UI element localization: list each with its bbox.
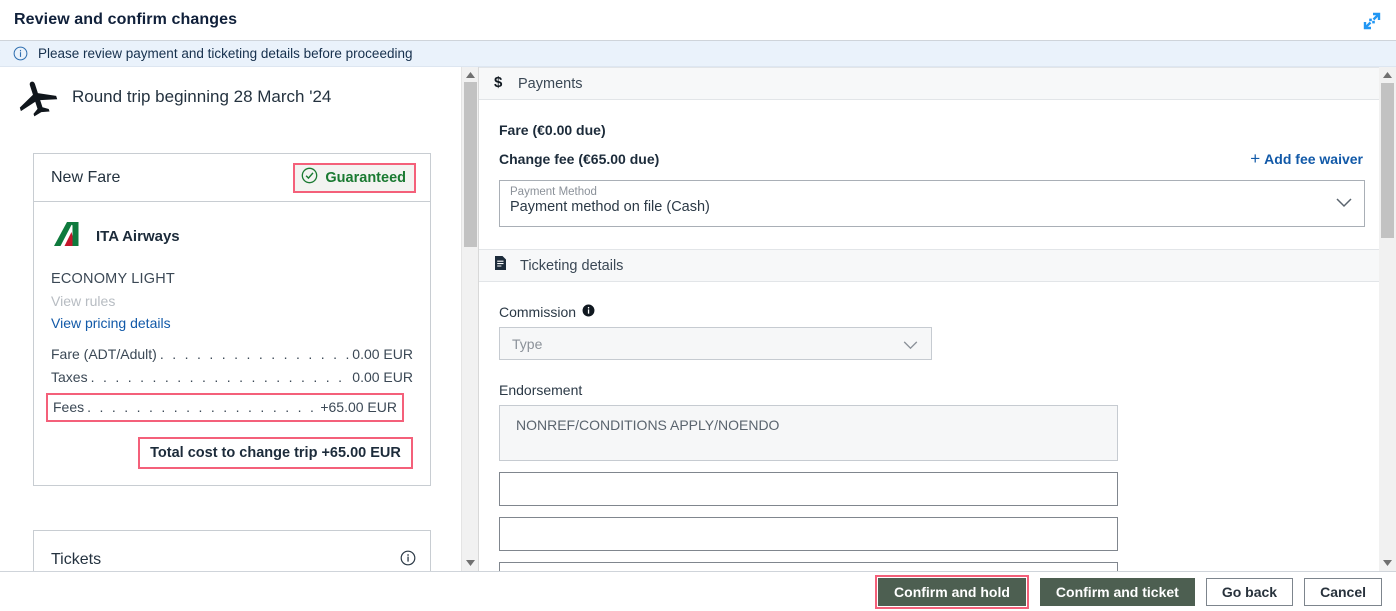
- ticketing-section-header: Ticketing details: [479, 249, 1379, 282]
- airplane-icon: [14, 75, 62, 119]
- price-line-fare: Fare (ADT/Adult) . . . . . . . . . . . .…: [51, 345, 413, 363]
- price-line-fees-highlight: Fees . . . . . . . . . . . . . . . . . .…: [46, 393, 404, 422]
- chevron-down-icon[interactable]: [1336, 195, 1352, 213]
- dialog-footer: Confirm and hold Confirm and ticket Go b…: [0, 571, 1396, 611]
- payments-heading: Payments: [518, 75, 583, 92]
- info-circle-icon[interactable]: [400, 550, 416, 571]
- price-line-value: 0.00 EUR: [352, 346, 413, 362]
- dollar-sign-icon: $: [494, 73, 505, 95]
- airline-row: ITA Airways: [51, 219, 413, 254]
- payment-method-label: Payment Method: [510, 186, 597, 198]
- view-pricing-details-link[interactable]: View pricing details: [51, 315, 413, 331]
- right-details-pane: $ Payments Fare (€0.00 due) Change fee (…: [479, 67, 1379, 571]
- confirm-and-hold-button[interactable]: Confirm and hold: [878, 577, 1026, 606]
- add-fee-waiver-link[interactable]: + Add fee waiver: [1250, 150, 1363, 167]
- dialog-titlebar: Review and confirm changes: [0, 0, 1396, 41]
- fare-card-heading: New Fare: [51, 168, 121, 186]
- payments-section-header: $ Payments: [479, 67, 1379, 100]
- collapse-diagonal-icon[interactable]: [1358, 8, 1386, 34]
- commission-type-placeholder: Type: [512, 335, 543, 352]
- payments-section-body: Fare (€0.00 due) Change fee (€65.00 due)…: [479, 100, 1379, 227]
- price-line-fees: Fees . . . . . . . . . . . . . . . . . .…: [53, 398, 397, 416]
- page-title: Review and confirm changes: [14, 11, 238, 28]
- confirm-and-hold-highlight: Confirm and hold: [875, 574, 1029, 609]
- scroll-down-arrow-icon[interactable]: [462, 554, 479, 571]
- chevron-down-icon[interactable]: [903, 337, 918, 355]
- total-cost-highlight: Total cost to change trip +65.00 EUR: [138, 437, 413, 469]
- price-line-leader: . . . . . . . . . . . . . . . . . . . . …: [87, 399, 317, 415]
- scroll-up-arrow-icon[interactable]: [462, 67, 479, 82]
- commission-type-select[interactable]: Type: [499, 327, 932, 360]
- endorsement-label-text: Endorsement: [499, 382, 583, 398]
- add-fee-waiver-label: Add fee waiver: [1264, 150, 1363, 167]
- commission-label: Commission: [499, 304, 577, 320]
- info-banner: Please review payment and ticketing deta…: [0, 41, 1396, 67]
- fare-due-line: Fare (€0.00 due): [499, 122, 606, 138]
- endorsement-value: NONREF/CONDITIONS APPLY/NOENDO: [516, 417, 780, 433]
- left-pane-scrollbar[interactable]: [461, 67, 478, 571]
- right-scrollbar-thumb[interactable]: [1381, 83, 1394, 238]
- guaranteed-label: Guaranteed: [325, 169, 406, 186]
- tickets-heading: Tickets: [51, 551, 102, 568]
- endorsement-textarea[interactable]: NONREF/CONDITIONS APPLY/NOENDO: [499, 405, 1118, 461]
- info-banner-text: Please review payment and ticketing deta…: [38, 46, 413, 61]
- price-line-label: Taxes: [51, 369, 88, 385]
- ticketing-section-body: Commission Type Endorsement NONREF/CONDI…: [479, 282, 1379, 571]
- commission-label-row: Commission: [499, 304, 1379, 320]
- info-circle-icon: [13, 46, 28, 61]
- ticketing-extra-field-3[interactable]: [499, 562, 1118, 571]
- total-cost-label: Total cost to change trip +65.00 EUR: [150, 445, 401, 461]
- price-line-leader: . . . . . . . . . . . . . . . . . . . . …: [90, 369, 350, 385]
- document-icon: [494, 255, 507, 276]
- check-circle-icon: [301, 167, 318, 189]
- price-line-label: Fare (ADT/Adult): [51, 346, 157, 362]
- info-filled-icon[interactable]: [582, 304, 595, 320]
- airline-name: ITA Airways: [96, 228, 180, 245]
- price-line-value: +65.00 EUR: [320, 399, 397, 415]
- cabin-class: ECONOMY LIGHT: [51, 271, 175, 287]
- confirm-and-ticket-button[interactable]: Confirm and ticket: [1039, 577, 1195, 606]
- fare-card-body: ITA Airways ECONOMY LIGHT View rules Vie…: [34, 202, 430, 485]
- change-fee-due-line: Change fee (€65.00 due): [499, 151, 660, 167]
- price-line-value: 0.00 EUR: [352, 369, 413, 385]
- cancel-button[interactable]: Cancel: [1304, 577, 1382, 606]
- payment-method-value: Payment method on file (Cash): [510, 199, 710, 215]
- endorsement-label: Endorsement: [499, 382, 1379, 398]
- price-line-taxes: Taxes . . . . . . . . . . . . . . . . . …: [51, 368, 413, 386]
- right-pane-scrollbar[interactable]: [1379, 67, 1396, 571]
- fare-card-header: New Fare Guaranteed: [34, 154, 430, 202]
- trip-title: Round trip beginning 28 March '24: [72, 87, 332, 106]
- guaranteed-status-badge: Guaranteed: [293, 162, 416, 193]
- left-scrollbar-thumb[interactable]: [464, 82, 477, 247]
- view-rules-link[interactable]: View rules: [51, 293, 413, 309]
- left-summary-pane: Round trip beginning 28 March '24 New Fa…: [0, 67, 461, 571]
- ticketing-extra-field-1[interactable]: [499, 472, 1118, 506]
- ita-airways-logo-icon: [51, 219, 85, 254]
- go-back-button[interactable]: Go back: [1205, 577, 1294, 606]
- trip-header: Round trip beginning 28 March '24: [0, 67, 461, 127]
- scroll-up-arrow-icon[interactable]: [1379, 67, 1396, 83]
- price-line-label: Fees: [53, 399, 85, 415]
- scroll-down-arrow-icon[interactable]: [1379, 555, 1396, 571]
- price-line-leader: . . . . . . . . . . . . . . . . . . . . …: [159, 346, 349, 362]
- ticketing-heading: Ticketing details: [520, 257, 624, 274]
- payment-method-select[interactable]: Payment Method Payment method on file (C…: [499, 180, 1365, 227]
- plus-icon: +: [1250, 149, 1261, 168]
- ticketing-extra-field-2[interactable]: [499, 517, 1118, 551]
- review-confirm-dialog: Review and confirm changes Please review…: [0, 0, 1396, 611]
- dialog-body: Round trip beginning 28 March '24 New Fa…: [0, 67, 1396, 571]
- tickets-card[interactable]: Tickets: [33, 530, 431, 571]
- new-fare-card: New Fare Guaranteed ITA Airways ECONOMY …: [33, 153, 431, 486]
- svg-text:$: $: [494, 74, 503, 90]
